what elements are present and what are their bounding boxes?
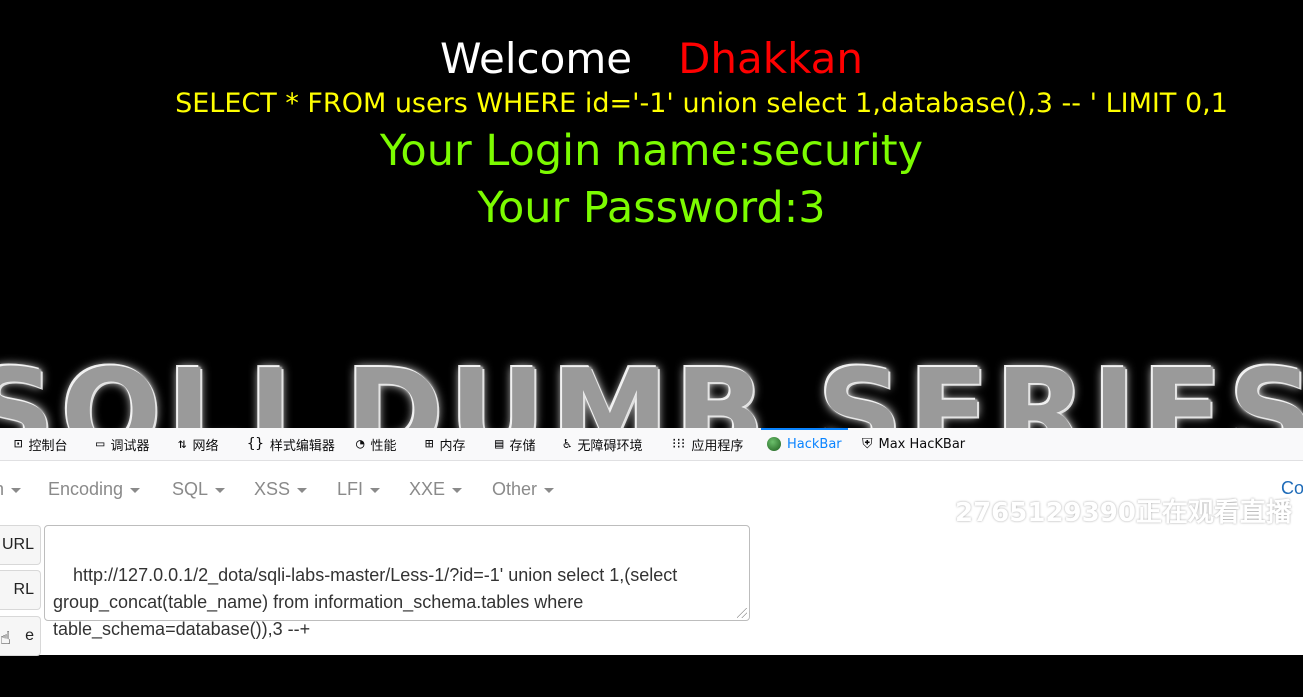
debugger-icon: ▭ [96,436,105,452]
tab-max-hackbar[interactable]: ⛨ Max HacKBar [862,428,965,460]
tab-label: 无障碍环境 [577,438,643,454]
tab-label: HackBar [787,436,842,452]
caret-down-icon [544,487,555,493]
menu-sql[interactable]: SQL [172,479,226,500]
tab-application[interactable]: ⁝⁝⁝ 应用程序 [672,428,743,460]
button-label: URL [1,536,34,553]
performance-icon: ◔ [356,436,365,452]
memory-icon: ⊞ [425,436,434,452]
tab-hackbar[interactable]: HackBar [761,428,848,460]
console-icon: ⊡ [14,436,23,452]
tab-style-editor[interactable]: {} 样式编辑器 [247,428,335,460]
button-label: e [25,627,34,644]
tab-memory[interactable]: ⊞ 内存 [425,428,465,460]
caret-down-icon [130,487,141,493]
tab-label: 控制台 [28,438,68,454]
split-url-button[interactable]: RL [0,570,41,610]
menu-label: XSS [254,479,291,499]
application-icon: ⁝⁝⁝ [672,436,686,452]
accessibility-icon: ♿ [563,436,572,452]
menu-encoding[interactable]: Encoding [48,479,141,500]
menu-other[interactable]: Other [492,479,555,500]
tab-performance[interactable]: ◔ 性能 [356,428,396,460]
devtools-panel: ⊡ 控制台 ▭ 调试器 ⇅ 网络 {} 样式编辑器 ◔ 性能 ⊞ 内存 ▤ 存储 ♿ 无障碍环境… [0,428,1303,656]
welcome-text: Welcome [439,34,633,83]
network-icon: ⇅ [178,436,187,452]
page-content: Welcome Dhakkan SELECT * FROM users WHERE… [0,0,1303,428]
tab-label: Max HacKBar [878,436,966,452]
login-name-result: Your Login name:security [379,126,924,176]
caret-down-icon [370,487,381,493]
caret-down-icon [11,487,22,493]
live-viewer-watermark: 2765129390正在观看直播 [955,498,1292,528]
tab-label: 网络 [192,438,219,454]
menu-xss[interactable]: XSS [254,479,308,500]
menu-label: XXE [409,479,446,499]
user-name: Dhakkan [678,34,864,83]
tab-label: 样式编辑器 [269,438,335,454]
tab-label: 存储 [509,438,536,454]
hackbar-icon [767,437,781,451]
tab-debugger[interactable]: ▭ 调试器 [96,428,149,460]
hand-cursor-icon: ☝ [0,628,11,649]
max-hackbar-icon: ⛨ [862,436,873,452]
tab-label: 应用程序 [691,438,744,454]
tab-network[interactable]: ⇅ 网络 [178,428,218,460]
tab-console[interactable]: ⊡ 控制台 [14,428,67,460]
tab-storage[interactable]: ▤ 存储 [495,428,535,460]
menu-lfi[interactable]: LFI [337,479,381,500]
devtools-tabbar: ⊡ 控制台 ▭ 调试器 ⇅ 网络 {} 样式编辑器 ◔ 性能 ⊞ 内存 ▤ 存储 ♿ 无障碍环境… [0,428,1303,461]
menu-label: SQL [172,479,209,499]
url-value: http://127.0.0.1/2_dota/sqli-labs-master… [53,565,683,639]
button-label: RL [13,581,34,598]
welcome-line: Welcome Dhakkan [0,34,1303,84]
password-result: Your Password:3 [477,183,826,233]
tab-label: 内存 [439,438,466,454]
tab-accessibility[interactable]: ♿ 无障碍环境 [563,428,642,460]
load-url-button[interactable]: URL [0,525,41,565]
caret-down-icon [215,487,226,493]
menu-label: n [0,479,4,499]
menu-label: Encoding [48,479,124,499]
url-textarea[interactable]: http://127.0.0.1/2_dota/sqli-labs-master… [44,525,750,639]
caret-down-icon [297,487,308,493]
menu-label: Other [492,479,538,499]
sql-query-text: SELECT * FROM users WHERE id='-1' union … [175,88,1228,119]
storage-icon: ▤ [495,436,504,452]
tab-label: 调试器 [110,438,150,454]
resize-grip-icon[interactable] [737,608,747,618]
menu-label: LFI [337,479,364,499]
style-editor-icon: {} [247,436,264,452]
sqli-dumb-series-banner: SQLI DUMB SERIES [0,352,1303,428]
tab-label: 性能 [370,438,397,454]
caret-down-icon [452,487,463,493]
menu-xxe[interactable]: XXE [409,479,463,500]
menu-load-fragment[interactable]: n [0,479,22,500]
